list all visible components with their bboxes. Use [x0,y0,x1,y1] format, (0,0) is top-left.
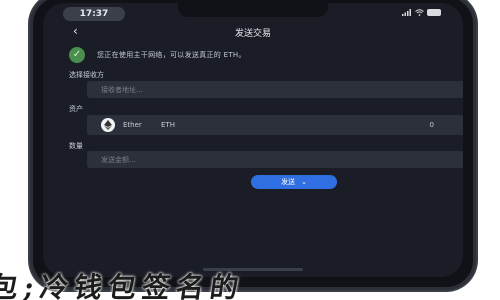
wifi-icon [415,9,424,16]
signal-icon [402,9,411,16]
status-icons [402,9,441,16]
recipient-input[interactable]: 接收者地址... [87,81,463,98]
amount-input[interactable]: 发送金额... [87,151,463,168]
network-warning: ✓ 您正在使用主干网络，可以发送真正的 ETH。 [69,46,439,64]
network-warning-text: 您正在使用主干网络，可以发送真正的 ETH。 [97,51,246,59]
asset-selector[interactable]: Ether ETH 0 › [87,115,463,135]
chevron-down-icon: ⌄ [301,178,307,186]
app-screen: 17:37 ‹ 发送交易 ✓ 您正在使用主干网络，可以发送真正的 ETH。 选择… [43,3,463,277]
amount-placeholder: 发送金额... [101,156,136,164]
asset-balance: 0 [429,121,434,129]
battery-icon [427,9,441,16]
camera-notch [178,3,328,17]
ethereum-icon [101,118,115,132]
asset-label: 资产 [69,105,83,113]
status-time: 17:37 [63,7,125,21]
phone-frame: 17:37 ‹ 发送交易 ✓ 您正在使用主干网络，可以发送真正的 ETH。 选择… [30,0,476,290]
recipient-label: 选择接收方 [69,71,104,79]
status-bar: 17:37 [43,3,463,21]
recipient-placeholder: 接收者地址... [101,86,143,94]
amount-label: 数量 [69,142,83,150]
nav-bar: ‹ 发送交易 [43,23,463,41]
asset-symbol: ETH [161,121,175,129]
shield-check-icon: ✓ [69,47,85,63]
send-button[interactable]: 发送 ⌄ [251,175,337,189]
caption-banner: 包;冷钱包签名的 [0,271,247,300]
asset-name: Ether [123,121,142,129]
canvas: 17:37 ‹ 发送交易 ✓ 您正在使用主干网络，可以发送真正的 ETH。 选择… [0,0,500,300]
page-title: 发送交易 [234,29,271,39]
send-button-label: 发送 [281,178,296,186]
